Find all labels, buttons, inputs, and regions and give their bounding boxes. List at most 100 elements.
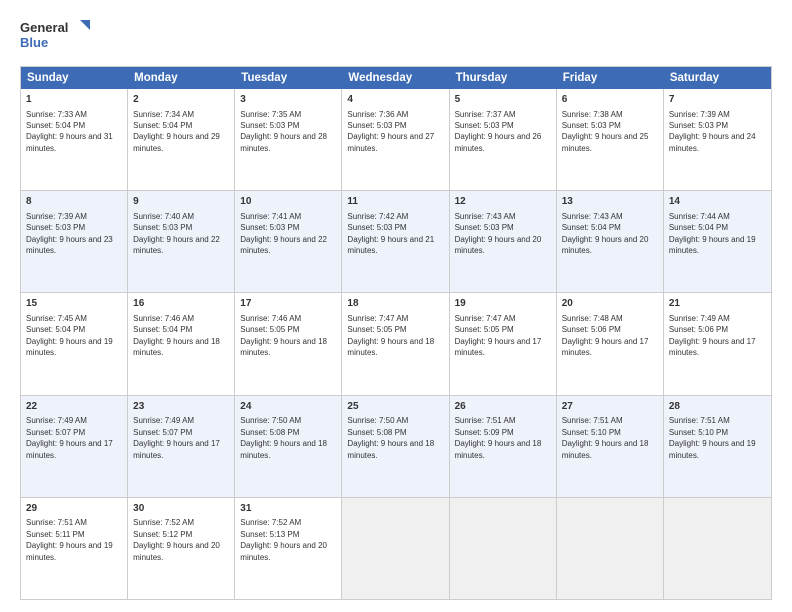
cell-date: 16 [133, 297, 229, 311]
empty-cell [664, 498, 771, 599]
calendar-cell-2: 2 Sunrise: 7:34 AMSunset: 5:04 PMDayligh… [128, 89, 235, 190]
cell-info: Sunrise: 7:50 AMSunset: 5:08 PMDaylight:… [240, 416, 327, 459]
calendar-cell-14: 14 Sunrise: 7:44 AMSunset: 5:04 PMDaylig… [664, 191, 771, 292]
cell-info: Sunrise: 7:36 AMSunset: 5:03 PMDaylight:… [347, 110, 434, 153]
day-header-monday: Monday [128, 67, 235, 89]
calendar-cell-29: 29 Sunrise: 7:51 AMSunset: 5:11 PMDaylig… [21, 498, 128, 599]
cell-info: Sunrise: 7:51 AMSunset: 5:11 PMDaylight:… [26, 518, 113, 561]
calendar-week-3: 15 Sunrise: 7:45 AMSunset: 5:04 PMDaylig… [21, 293, 771, 395]
calendar-cell-10: 10 Sunrise: 7:41 AMSunset: 5:03 PMDaylig… [235, 191, 342, 292]
cell-info: Sunrise: 7:48 AMSunset: 5:06 PMDaylight:… [562, 314, 649, 357]
calendar-cell-9: 9 Sunrise: 7:40 AMSunset: 5:03 PMDayligh… [128, 191, 235, 292]
cell-date: 4 [347, 93, 443, 107]
calendar-cell-24: 24 Sunrise: 7:50 AMSunset: 5:08 PMDaylig… [235, 396, 342, 497]
calendar-cell-19: 19 Sunrise: 7:47 AMSunset: 5:05 PMDaylig… [450, 293, 557, 394]
cell-info: Sunrise: 7:51 AMSunset: 5:10 PMDaylight:… [669, 416, 756, 459]
cell-date: 14 [669, 195, 766, 209]
calendar-cell-25: 25 Sunrise: 7:50 AMSunset: 5:08 PMDaylig… [342, 396, 449, 497]
cell-date: 3 [240, 93, 336, 107]
cell-info: Sunrise: 7:34 AMSunset: 5:04 PMDaylight:… [133, 110, 220, 153]
day-header-saturday: Saturday [664, 67, 771, 89]
calendar-week-1: 1 Sunrise: 7:33 AMSunset: 5:04 PMDayligh… [21, 89, 771, 191]
day-header-tuesday: Tuesday [235, 67, 342, 89]
calendar-cell-17: 17 Sunrise: 7:46 AMSunset: 5:05 PMDaylig… [235, 293, 342, 394]
cell-date: 27 [562, 400, 658, 414]
cell-date: 17 [240, 297, 336, 311]
calendar-cell-26: 26 Sunrise: 7:51 AMSunset: 5:09 PMDaylig… [450, 396, 557, 497]
calendar-cell-20: 20 Sunrise: 7:48 AMSunset: 5:06 PMDaylig… [557, 293, 664, 394]
cell-date: 2 [133, 93, 229, 107]
cell-date: 24 [240, 400, 336, 414]
cell-info: Sunrise: 7:46 AMSunset: 5:04 PMDaylight:… [133, 314, 220, 357]
cell-info: Sunrise: 7:42 AMSunset: 5:03 PMDaylight:… [347, 212, 434, 255]
cell-date: 23 [133, 400, 229, 414]
cell-info: Sunrise: 7:49 AMSunset: 5:07 PMDaylight:… [26, 416, 113, 459]
calendar-cell-22: 22 Sunrise: 7:49 AMSunset: 5:07 PMDaylig… [21, 396, 128, 497]
cell-info: Sunrise: 7:37 AMSunset: 5:03 PMDaylight:… [455, 110, 542, 153]
cell-info: Sunrise: 7:51 AMSunset: 5:09 PMDaylight:… [455, 416, 542, 459]
cell-info: Sunrise: 7:43 AMSunset: 5:03 PMDaylight:… [455, 212, 542, 255]
calendar-cell-6: 6 Sunrise: 7:38 AMSunset: 5:03 PMDayligh… [557, 89, 664, 190]
cell-date: 20 [562, 297, 658, 311]
day-header-thursday: Thursday [450, 67, 557, 89]
cell-date: 11 [347, 195, 443, 209]
calendar-cell-16: 16 Sunrise: 7:46 AMSunset: 5:04 PMDaylig… [128, 293, 235, 394]
calendar-cell-11: 11 Sunrise: 7:42 AMSunset: 5:03 PMDaylig… [342, 191, 449, 292]
calendar-cell-8: 8 Sunrise: 7:39 AMSunset: 5:03 PMDayligh… [21, 191, 128, 292]
cell-info: Sunrise: 7:33 AMSunset: 5:04 PMDaylight:… [26, 110, 113, 153]
cell-info: Sunrise: 7:39 AMSunset: 5:03 PMDaylight:… [669, 110, 756, 153]
cell-date: 26 [455, 400, 551, 414]
calendar-cell-21: 21 Sunrise: 7:49 AMSunset: 5:06 PMDaylig… [664, 293, 771, 394]
cell-date: 10 [240, 195, 336, 209]
logo-svg: General Blue [20, 16, 90, 56]
cell-date: 7 [669, 93, 766, 107]
cell-date: 28 [669, 400, 766, 414]
day-header-sunday: Sunday [21, 67, 128, 89]
cell-info: Sunrise: 7:38 AMSunset: 5:03 PMDaylight:… [562, 110, 649, 153]
page: General Blue SundayMondayTuesdayWednesda… [0, 0, 792, 612]
calendar-week-5: 29 Sunrise: 7:51 AMSunset: 5:11 PMDaylig… [21, 498, 771, 599]
cell-info: Sunrise: 7:47 AMSunset: 5:05 PMDaylight:… [347, 314, 434, 357]
empty-cell [557, 498, 664, 599]
calendar-header: SundayMondayTuesdayWednesdayThursdayFrid… [21, 67, 771, 89]
cell-date: 15 [26, 297, 122, 311]
cell-info: Sunrise: 7:44 AMSunset: 5:04 PMDaylight:… [669, 212, 756, 255]
calendar-cell-13: 13 Sunrise: 7:43 AMSunset: 5:04 PMDaylig… [557, 191, 664, 292]
empty-cell [342, 498, 449, 599]
calendar-cell-18: 18 Sunrise: 7:47 AMSunset: 5:05 PMDaylig… [342, 293, 449, 394]
calendar-cell-30: 30 Sunrise: 7:52 AMSunset: 5:12 PMDaylig… [128, 498, 235, 599]
calendar-cell-15: 15 Sunrise: 7:45 AMSunset: 5:04 PMDaylig… [21, 293, 128, 394]
cell-info: Sunrise: 7:41 AMSunset: 5:03 PMDaylight:… [240, 212, 327, 255]
cell-info: Sunrise: 7:40 AMSunset: 5:03 PMDaylight:… [133, 212, 220, 255]
calendar-body: 1 Sunrise: 7:33 AMSunset: 5:04 PMDayligh… [21, 89, 771, 599]
calendar-cell-7: 7 Sunrise: 7:39 AMSunset: 5:03 PMDayligh… [664, 89, 771, 190]
cell-info: Sunrise: 7:45 AMSunset: 5:04 PMDaylight:… [26, 314, 113, 357]
calendar-cell-1: 1 Sunrise: 7:33 AMSunset: 5:04 PMDayligh… [21, 89, 128, 190]
cell-date: 1 [26, 93, 122, 107]
calendar-cell-28: 28 Sunrise: 7:51 AMSunset: 5:10 PMDaylig… [664, 396, 771, 497]
cell-date: 21 [669, 297, 766, 311]
cell-date: 13 [562, 195, 658, 209]
calendar-week-4: 22 Sunrise: 7:49 AMSunset: 5:07 PMDaylig… [21, 396, 771, 498]
cell-date: 25 [347, 400, 443, 414]
cell-info: Sunrise: 7:46 AMSunset: 5:05 PMDaylight:… [240, 314, 327, 357]
calendar-cell-3: 3 Sunrise: 7:35 AMSunset: 5:03 PMDayligh… [235, 89, 342, 190]
cell-info: Sunrise: 7:49 AMSunset: 5:07 PMDaylight:… [133, 416, 220, 459]
cell-info: Sunrise: 7:35 AMSunset: 5:03 PMDaylight:… [240, 110, 327, 153]
calendar-cell-27: 27 Sunrise: 7:51 AMSunset: 5:10 PMDaylig… [557, 396, 664, 497]
calendar-week-2: 8 Sunrise: 7:39 AMSunset: 5:03 PMDayligh… [21, 191, 771, 293]
cell-date: 30 [133, 502, 229, 516]
cell-info: Sunrise: 7:39 AMSunset: 5:03 PMDaylight:… [26, 212, 113, 255]
cell-date: 19 [455, 297, 551, 311]
svg-text:General: General [20, 20, 68, 35]
cell-date: 22 [26, 400, 122, 414]
calendar-cell-23: 23 Sunrise: 7:49 AMSunset: 5:07 PMDaylig… [128, 396, 235, 497]
cell-info: Sunrise: 7:47 AMSunset: 5:05 PMDaylight:… [455, 314, 542, 357]
cell-date: 6 [562, 93, 658, 107]
header: General Blue [20, 16, 772, 56]
calendar-cell-5: 5 Sunrise: 7:37 AMSunset: 5:03 PMDayligh… [450, 89, 557, 190]
empty-cell [450, 498, 557, 599]
cell-date: 9 [133, 195, 229, 209]
cell-date: 31 [240, 502, 336, 516]
cell-info: Sunrise: 7:49 AMSunset: 5:06 PMDaylight:… [669, 314, 756, 357]
